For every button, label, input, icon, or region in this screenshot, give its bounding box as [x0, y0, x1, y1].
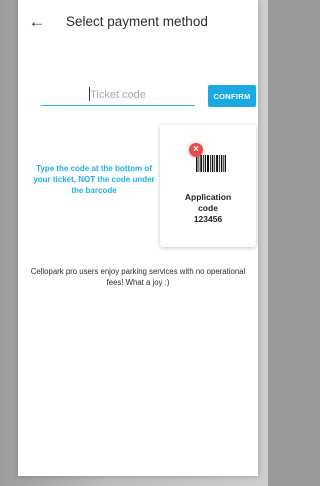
application-code-label: Application code 123456	[160, 192, 256, 225]
application-code-subtitle: code	[198, 203, 218, 213]
back-button[interactable]: ←	[28, 13, 46, 31]
app-header: ← Select payment method	[18, 0, 258, 44]
barcode-icon	[196, 155, 226, 172]
page-title: Select payment method	[66, 14, 208, 29]
application-code-value: 123456	[193, 214, 223, 224]
application-code-title: Application	[184, 192, 232, 202]
payment-screen: ← Select payment method CONFIRM Type the…	[18, 0, 258, 476]
confirm-button[interactable]: CONFIRM	[208, 85, 256, 107]
error-x-icon: ×	[189, 143, 203, 157]
ticket-code-hint: Type the code at the bottom of your tick…	[33, 164, 155, 195]
ticket-code-input[interactable]	[41, 85, 195, 106]
cellopark-pro-info: Cellopark pro users enjoy parking servic…	[30, 267, 246, 287]
application-code-card: × Application code 123456	[160, 125, 256, 247]
arrow-left-icon: ←	[28, 12, 46, 31]
text-caret	[89, 87, 90, 101]
